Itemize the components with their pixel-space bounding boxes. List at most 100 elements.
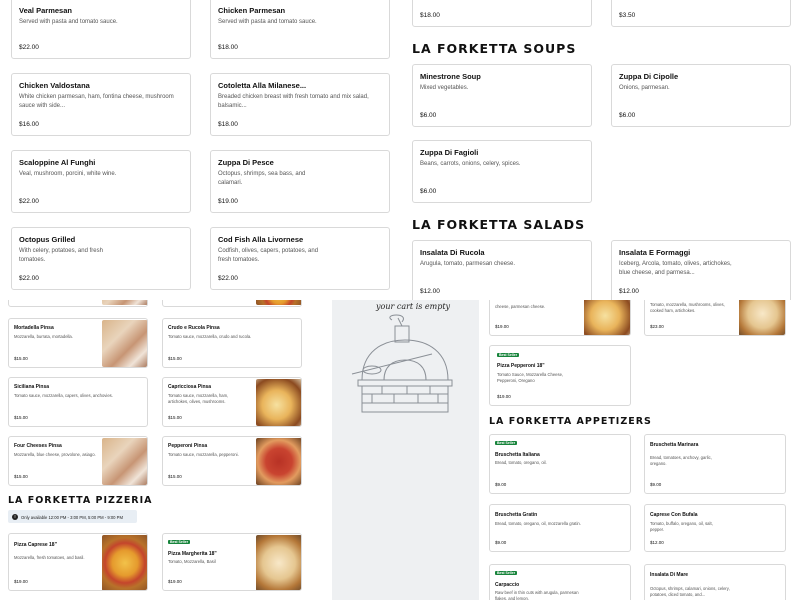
menu-item-card[interactable]: Zuppa Di Cipolle Onions, parmesan. $6.00 <box>611 64 791 127</box>
item-description: Mozzarella, burrata, mortadella. <box>14 334 73 339</box>
section-heading-soups: LA FORKETTA SOUPS <box>412 41 577 56</box>
item-description: cheese, parmesan cheese. <box>495 304 546 309</box>
section-heading-pizzeria: LA FORKETTA PIZZERIA <box>8 495 153 506</box>
item-description: Tomato, Mozzarella, Basil <box>168 559 216 564</box>
menu-item-card[interactable]: Mortadella Pinsa Mozzarella, burrata, mo… <box>8 318 148 368</box>
item-description: Served with pasta and tomato sauce. <box>19 19 118 25</box>
best-seller-badge: Best Seller <box>495 571 518 575</box>
menu-item-card[interactable]: Minestrone Soup Mixed vegetables. $6.00 <box>412 64 592 127</box>
menu-item-card[interactable]: Insalata Di Rucola Arugula, tomato, parm… <box>412 240 592 300</box>
item-description: Bread, tomato, oregano, oil. <box>495 460 547 465</box>
menu-item-card[interactable]: Best Seller Carpaccio Raw beef in thin c… <box>489 564 631 600</box>
item-description: Served with pasta and tomato sauce. <box>218 19 317 25</box>
item-name: Octopus Grilled <box>19 235 76 244</box>
item-name: Pizza Pepperoni 18" <box>497 363 545 369</box>
item-price: $23.00 <box>650 324 664 329</box>
item-name: Mortadella Pinsa <box>14 325 54 331</box>
best-seller-badge: Best Seller <box>168 540 191 544</box>
item-description: Iceberg, Arcola, tomato, olives, articho… <box>619 261 732 276</box>
menu-item-card[interactable]: Pizza Caprese 18" Mozzarella, fresh toma… <box>8 533 148 591</box>
best-seller-badge: Best Seller <box>495 441 518 445</box>
item-description: Codfish, olives, capers, potatoes, and f… <box>218 248 319 263</box>
item-description: Tomato sauce, mozzarella, pepperoni. <box>168 452 239 457</box>
item-name: Bruschetta Italiana <box>495 452 540 458</box>
availability-notice: ! Only available 12:00 PM - 3:00 PM, 5:0… <box>8 510 137 523</box>
menu-item-card[interactable]: Insalata Di Mare Octopus, shrimps, calam… <box>644 564 786 600</box>
item-description: Tomato sauce, mozzarella, crudo and ruco… <box>168 334 252 339</box>
item-name: Minestrone Soup <box>420 72 481 81</box>
item-name: Cod Fish Alla Livornese <box>218 235 304 244</box>
item-price: $15.00 <box>168 474 182 479</box>
menu-item-card[interactable]: Chicken Valdostana White chicken parmesa… <box>11 73 191 136</box>
menu-item-card[interactable]: Best Seller Pizza Pepperoni 18" Tomato S… <box>489 345 631 406</box>
item-price: $22.00 <box>19 44 39 51</box>
item-name: Pizza Margherita 18" <box>168 551 217 557</box>
item-price: $15.00 <box>14 356 28 361</box>
item-name: Crudo e Rucola Pinsa <box>168 325 220 331</box>
menu-item-card[interactable]: Best Seller Pizza Margherita 18" Tomato,… <box>162 533 302 591</box>
menu-item-card[interactable]: Zuppa Di Fagioli Beans, carrots, onions,… <box>412 140 592 203</box>
menu-item-card[interactable]: Siciliana Pinsa Tomato sauce, mozzarella… <box>8 377 148 427</box>
menu-item-card[interactable]: Four Cheeses Pinsa Mozzarella, blue chee… <box>8 436 148 486</box>
item-price: $22.00 <box>218 275 238 282</box>
item-price: $6.00 <box>420 188 437 195</box>
foreground-menu-page: Veal Parmesan Served with pasta and toma… <box>0 0 800 300</box>
item-price: $19.00 <box>495 324 509 329</box>
item-description: Bread, tomato, oregano, oil, mozzarella … <box>495 521 581 526</box>
item-price: $15.00 <box>14 474 28 479</box>
menu-item-card[interactable]: Cod Fish Alla Livornese Codfish, olives,… <box>210 227 390 290</box>
item-price: $12.00 <box>650 540 664 545</box>
item-price: $15.00 <box>14 415 28 420</box>
menu-item-card[interactable]: Octopus Grilled With celery, potatoes, a… <box>11 227 191 290</box>
item-description: Tomato Sauce, Mozzarella Cheese, Peppero… <box>497 372 564 383</box>
item-price: $12.00 <box>420 288 440 295</box>
item-name: Cotoletta Alla Milanese... <box>218 81 307 90</box>
menu-item-card[interactable]: Crudo e Rucola Pinsa Tomato sauce, mozza… <box>162 318 302 368</box>
item-name: Zuppa Di Cipolle <box>619 72 679 81</box>
menu-item-card[interactable]: Veal Parmesan Served with pasta and toma… <box>11 0 191 59</box>
menu-item-card[interactable]: Cotoletta Alla Milanese... Breaded chick… <box>210 73 390 136</box>
item-photo <box>102 438 147 485</box>
item-price: $9.00 <box>650 482 662 487</box>
menu-item-card[interactable]: Insalata E Formaggi Iceberg, Arcola, tom… <box>611 240 791 300</box>
menu-item-card[interactable]: $3.50 <box>611 0 791 27</box>
item-photo <box>256 379 301 426</box>
section-heading-salads: LA FORKETTA SALADS <box>412 217 586 232</box>
item-name: Chicken Valdostana <box>19 81 90 90</box>
menu-item-card[interactable]: Bruschetta Marinara Bread, tomatoes, anc… <box>644 434 786 494</box>
item-name: Bruschetta Gratin <box>495 512 538 518</box>
item-price: $19.00 <box>168 579 182 584</box>
item-price: $22.00 <box>19 275 39 282</box>
clock-icon: ! <box>12 513 18 520</box>
section-heading-appetizers: LA FORKETTA APPETIZERS <box>489 416 652 427</box>
menu-item-card[interactable]: Bruschetta Gratin Bread, tomato, oregano… <box>489 504 631 552</box>
item-price: $6.00 <box>420 112 437 119</box>
item-description: Tomato, buffalo, oregano, oil, salt, pep… <box>650 521 713 532</box>
item-name: Scaloppine Al Funghi <box>19 158 96 167</box>
item-description: Arugula, tomato, parmesan cheese. <box>420 261 516 267</box>
best-seller-badge: Best Seller <box>497 353 520 357</box>
item-name: Zuppa Di Fagioli <box>420 148 479 157</box>
menu-item-card[interactable]: $18.00 <box>412 0 592 27</box>
item-name: Carpaccio <box>495 582 520 588</box>
menu-item-card[interactable]: Chicken Parmesan Served with pasta and t… <box>210 0 390 59</box>
item-description: Tomato sauce, mozzarella, ham, artichoke… <box>168 393 229 404</box>
item-name: Veal Parmesan <box>19 6 72 15</box>
item-price: $18.00 <box>218 44 238 51</box>
item-description: Mixed vegetables. <box>420 85 469 91</box>
menu-item-card[interactable]: Scaloppine Al Funghi Veal, mushroom, por… <box>11 150 191 213</box>
item-price: $19.00 <box>497 394 511 399</box>
item-name: Zuppa Di Pesce <box>218 158 274 167</box>
item-name: Pizza Caprese 18" <box>14 542 57 548</box>
item-description: Octopus, shrimps, sea bass, and calamari… <box>218 171 306 186</box>
menu-item-card[interactable]: Best Seller Bruschetta Italiana Bread, t… <box>489 434 631 494</box>
item-price: $12.00 <box>619 288 639 295</box>
menu-item-card[interactable]: Zuppa Di Pesce Octopus, shrimps, sea bas… <box>210 150 390 213</box>
menu-item-card[interactable]: Pepperoni Pinsa Tomato sauce, mozzarella… <box>162 436 302 486</box>
menu-item-card[interactable]: Capricciosa Pinsa Tomato sauce, mozzarel… <box>162 377 302 427</box>
item-name: Insalata Di Rucola <box>420 248 485 257</box>
item-description: Onions, parmesan. <box>619 85 670 91</box>
item-photo <box>256 535 301 590</box>
menu-item-card[interactable]: Caprese Con Bufala Tomato, buffalo, oreg… <box>644 504 786 552</box>
item-price: $18.00 <box>420 12 440 19</box>
